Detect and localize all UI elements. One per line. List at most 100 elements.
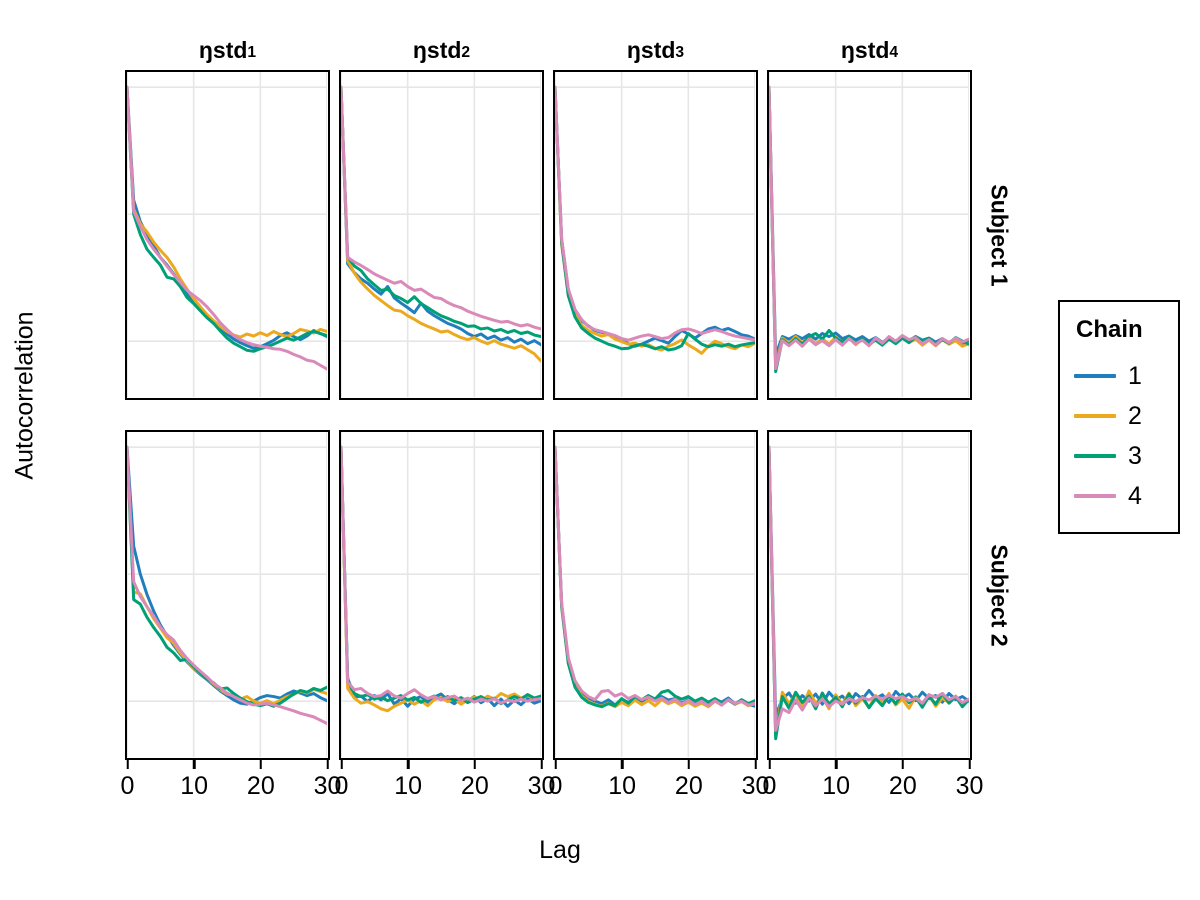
x-tick-mark-1 xyxy=(834,760,838,769)
legend-swatch-icon xyxy=(1074,454,1116,458)
facet-grid: ŋstd1ŋstd2ŋstd3ŋstd4 0.00.51.0 Subject 1… xyxy=(121,30,1013,820)
panel-row-subject-2: 0.00.51.0 Subject 2 xyxy=(125,430,1013,760)
x-tick-mark-2 xyxy=(901,760,905,769)
x-tick-label-0: 0 xyxy=(548,772,563,800)
series-line-chain-2 xyxy=(127,85,327,339)
legend-items: 1 2 3 4 xyxy=(1060,356,1178,516)
series-line-chain-2 xyxy=(555,445,755,709)
x-tick-mark-0 xyxy=(340,760,343,769)
x-tick-mark-1 xyxy=(620,760,624,769)
row-strip-subject-2: Subject 2 xyxy=(986,543,1013,647)
series-line-chain-4 xyxy=(769,445,969,732)
x-tick-mark-0 xyxy=(768,760,771,769)
series-line-chain-1 xyxy=(341,445,541,708)
panel-r1-c2 xyxy=(339,70,544,400)
x-tick-label-2: 20 xyxy=(246,772,275,800)
series-line-chain-3 xyxy=(127,445,327,708)
panel-r2-c1: 0.00.51.0 xyxy=(125,430,330,760)
series-line-chain-4 xyxy=(341,445,541,705)
panel-plot-area xyxy=(341,72,541,397)
panel-plot-area xyxy=(127,72,327,397)
series-line-chain-3 xyxy=(341,445,541,706)
x-axis-cell-1: 0 10 20 30 xyxy=(121,760,341,806)
x-tick-mark-2 xyxy=(259,760,263,769)
row-strip-subject-1: Subject 1 xyxy=(986,183,1013,287)
x-axis-cell-2: 0 10 20 30 xyxy=(335,760,555,806)
x-axis-cell-4: 0 10 20 30 xyxy=(763,760,983,806)
legend-swatch-icon xyxy=(1074,414,1116,418)
x-tick-mark-3 xyxy=(540,760,543,769)
legend-swatch-icon xyxy=(1074,374,1116,378)
strip-label-subscript: 4 xyxy=(889,44,899,62)
x-tick-label-0: 0 xyxy=(762,772,777,800)
series-line-chain-2 xyxy=(555,85,755,355)
x-tick-mark-1 xyxy=(192,760,196,769)
panel-r2-c4 xyxy=(767,430,972,760)
panel-r2-c2 xyxy=(339,430,544,760)
series-line-chain-4 xyxy=(127,85,327,371)
x-tick-mark-1 xyxy=(406,760,410,769)
strip-label-base: ŋstd xyxy=(840,36,890,63)
x-tick-label-1: 10 xyxy=(394,772,423,800)
x-tick-label-2: 20 xyxy=(888,772,917,800)
series-line-chain-2 xyxy=(769,85,969,369)
legend-title: Chain xyxy=(1076,316,1143,343)
strip-label-base: ŋstd xyxy=(412,36,462,63)
panel-r1-c3 xyxy=(553,70,758,400)
x-tick-mark-3 xyxy=(754,760,757,769)
legend-swatch-icon xyxy=(1074,494,1116,498)
column-strip-label-2: ŋstd 2 xyxy=(339,30,544,70)
legend-label: 4 xyxy=(1128,481,1142,510)
x-axis-ticks: 0 10 20 30 0 10 20 30 0 10 20 30 0 10 20 30 xyxy=(121,760,995,806)
legend-item-chain-4[interactable]: 4 xyxy=(1060,476,1178,516)
series-line-chain-4 xyxy=(769,85,969,371)
series-line-chain-3 xyxy=(769,85,969,374)
strip-label-base: ŋstd xyxy=(626,36,676,63)
legend-item-chain-2[interactable]: 2 xyxy=(1060,396,1178,436)
row-gap xyxy=(125,400,995,430)
x-tick-mark-3 xyxy=(326,760,329,769)
x-tick-label-3: 30 xyxy=(955,772,984,800)
panels-row-0: 0.00.51.0 xyxy=(125,70,972,400)
panel-r2-c3 xyxy=(553,430,758,760)
series-line-chain-1 xyxy=(341,85,541,347)
acf-facet-chart: Autocorrelation ŋstd1ŋstd2ŋstd3ŋstd4 0.0… xyxy=(0,0,1200,900)
legend-item-chain-3[interactable]: 3 xyxy=(1060,436,1178,476)
series-line-chain-1 xyxy=(769,445,969,718)
column-strip-label-1: ŋstd 1 xyxy=(125,30,330,70)
panel-r1-c1: 0.00.51.0 xyxy=(125,70,330,400)
strip-label-base: ŋstd xyxy=(198,36,248,63)
series-line-chain-1 xyxy=(555,85,755,348)
x-tick-mark-0 xyxy=(126,760,129,769)
x-tick-mark-2 xyxy=(687,760,691,769)
x-tick-mark-0 xyxy=(554,760,557,769)
x-tick-label-1: 10 xyxy=(180,772,209,800)
series-line-chain-4 xyxy=(127,445,327,725)
series-line-chain-2 xyxy=(127,445,327,706)
series-line-chain-1 xyxy=(769,85,969,357)
strip-label-subscript: 1 xyxy=(247,44,257,62)
legend-item-chain-1[interactable]: 1 xyxy=(1060,356,1178,396)
panel-row-subject-1: 0.00.51.0 Subject 1 xyxy=(125,70,1013,400)
series-line-chain-1 xyxy=(127,85,327,350)
x-tick-label-2: 20 xyxy=(460,772,489,800)
x-tick-label-1: 10 xyxy=(822,772,851,800)
series-line-chain-3 xyxy=(555,445,755,709)
panel-plot-area xyxy=(555,432,755,757)
legend: Chain 1 2 3 4 xyxy=(1058,300,1180,534)
x-axis-title: Lag xyxy=(539,836,581,864)
legend-label: 2 xyxy=(1128,401,1142,430)
x-tick-label-1: 10 xyxy=(608,772,637,800)
panel-plot-area xyxy=(341,432,541,757)
column-strip-row: ŋstd 1 ŋstd 2 ŋstd 3 ŋstd 4 xyxy=(125,30,973,70)
series-line-chain-4 xyxy=(555,445,755,708)
series-line-chain-2 xyxy=(341,445,541,713)
y-axis-title: Autocorrelation xyxy=(10,310,39,480)
column-strip-label-4: ŋstd 4 xyxy=(767,30,972,70)
x-tick-label-2: 20 xyxy=(674,772,703,800)
legend-label: 1 xyxy=(1128,361,1142,390)
panel-plot-area xyxy=(555,72,755,397)
strip-label-subscript: 3 xyxy=(675,44,685,62)
panel-plot-area xyxy=(127,432,327,757)
series-line-chain-3 xyxy=(127,85,327,353)
